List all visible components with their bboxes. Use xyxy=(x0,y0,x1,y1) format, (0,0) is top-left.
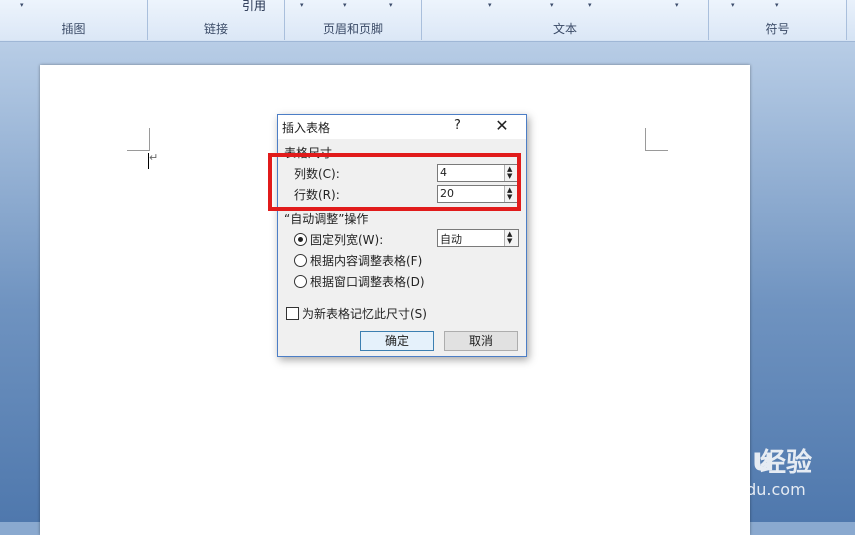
watermark: Bai du 经验 jingyan.baidu.com xyxy=(650,440,850,510)
fixed-width-radio[interactable] xyxy=(294,233,307,246)
dropdown-arrow-icon: ▾ xyxy=(588,1,592,9)
autofit-content-radio[interactable] xyxy=(294,254,307,267)
watermark-url: jingyan.baidu.com xyxy=(658,480,806,499)
ribbon-group-illustrations[interactable]: ▾ 插图 xyxy=(0,0,148,40)
help-button[interactable]: ? xyxy=(454,118,461,133)
fixed-width-label[interactable]: 固定列宽(W): xyxy=(310,231,383,248)
section-autofit: “自动调整”操作 xyxy=(284,212,369,226)
paragraph-mark-icon: ↵ xyxy=(149,151,159,164)
dropdown-arrow-icon: ▾ xyxy=(389,1,393,9)
dropdown-arrow-icon: ▾ xyxy=(343,1,347,9)
autofit-content-label[interactable]: 根据内容调整表格(F) xyxy=(310,252,422,269)
dropdown-arrow-icon: ▾ xyxy=(731,1,735,9)
watermark-jingyan: 经验 xyxy=(760,448,813,478)
cancel-button[interactable]: 取消 xyxy=(444,331,518,351)
close-button[interactable]: ✕ xyxy=(492,116,512,135)
autofit-window-radio[interactable] xyxy=(294,275,307,288)
dialog-title: 插入表格 xyxy=(282,121,331,135)
dropdown-arrow-icon: ▾ xyxy=(300,1,304,9)
ribbon-group-label: 链接 xyxy=(203,22,228,36)
autofit-window-label[interactable]: 根据窗口调整表格(D) xyxy=(310,273,425,290)
highlight-annotation xyxy=(268,153,521,211)
fixed-width-spin-buttons[interactable]: ▲ ▼ xyxy=(504,230,518,246)
ribbon-group-label: 插图 xyxy=(61,22,86,36)
remember-size-label[interactable]: 为新表格记忆此尺寸(S) xyxy=(302,305,427,322)
ribbon-group-label: 文本 xyxy=(552,22,577,36)
ok-button[interactable]: 确定 xyxy=(360,331,434,351)
margin-crop-mark-right xyxy=(645,128,668,151)
dropdown-arrow-icon: ▾ xyxy=(488,1,492,9)
ribbon-top-label: 引用 xyxy=(241,0,266,13)
ribbon-group-label: 符号 xyxy=(765,22,790,36)
spin-down-icon[interactable]: ▼ xyxy=(507,238,512,245)
ribbon-group-label: 页眉和页脚 xyxy=(322,22,383,36)
insert-table-dialog: 插入表格 ? ✕ 表格尺寸 列数(C): 4 ▲ ▼ 行数(R): 20 ▲ ▼… xyxy=(277,114,527,357)
fixed-width-spinner[interactable]: 自动 ▲ ▼ xyxy=(437,229,519,247)
remember-size-checkbox[interactable] xyxy=(286,307,299,320)
dropdown-arrow-icon: ▾ xyxy=(675,1,679,9)
dropdown-arrow-icon: ▾ xyxy=(550,1,554,9)
dropdown-arrow-icon: ▾ xyxy=(20,1,24,9)
fixed-width-value[interactable]: 自动 xyxy=(440,231,462,247)
watermark-brand: Bai du xyxy=(656,440,776,478)
dropdown-arrow-icon: ▾ xyxy=(775,1,779,9)
dialog-titlebar[interactable]: 插入表格 ? ✕ xyxy=(278,115,526,139)
ribbon-group-text[interactable]: ▾ ▾ ▾ ▾ 文本 xyxy=(422,0,709,40)
margin-crop-mark-left xyxy=(127,128,150,151)
ribbon-group-links[interactable]: 引用 链接 xyxy=(148,0,285,40)
ribbon-group-header-footer[interactable]: ▾ ▾ ▾ 页眉和页脚 xyxy=(285,0,422,40)
ribbon-group-symbols[interactable]: ▾ ▾ 符号 xyxy=(709,0,847,40)
ribbon: ▾ 插图 引用 链接 ▾ ▾ ▾ 页眉和页脚 ▾ ▾ ▾ ▾ 文本 ▾ ▾ 符号 xyxy=(0,0,855,42)
